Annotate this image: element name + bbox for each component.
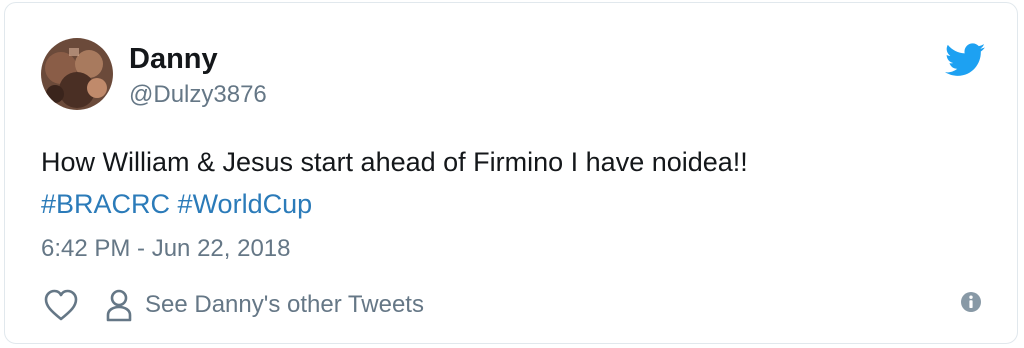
tweet-text-line: How William & Jesus start ahead of Firmi… xyxy=(41,147,748,177)
avatar-photo xyxy=(41,38,113,110)
hashtag-link[interactable]: #BRACRC xyxy=(41,189,170,219)
hashtag-link[interactable]: #WorldCup xyxy=(178,189,313,219)
see-other-tweets-label: See Danny's other Tweets xyxy=(145,291,424,318)
info-icon[interactable] xyxy=(960,291,982,313)
tweet-timestamp[interactable]: 6:42 PM - Jun 22, 2018 xyxy=(41,233,291,265)
tweet-card: Danny @Dulzy3876 How William & Jesus sta… xyxy=(4,2,1018,344)
see-other-tweets-link[interactable]: See Danny's other Tweets xyxy=(105,287,424,323)
user-handle[interactable]: @Dulzy3876 xyxy=(129,79,267,111)
twitter-bird-icon[interactable] xyxy=(945,43,985,77)
avatar[interactable] xyxy=(41,38,113,110)
tweet-text: How William & Jesus start ahead of Firmi… xyxy=(41,141,981,225)
user-display-name[interactable]: Danny xyxy=(129,41,218,77)
person-icon xyxy=(106,289,132,322)
tweet-hashtags: #BRACRC #WorldCup xyxy=(41,183,981,225)
heart-icon[interactable] xyxy=(43,288,79,322)
